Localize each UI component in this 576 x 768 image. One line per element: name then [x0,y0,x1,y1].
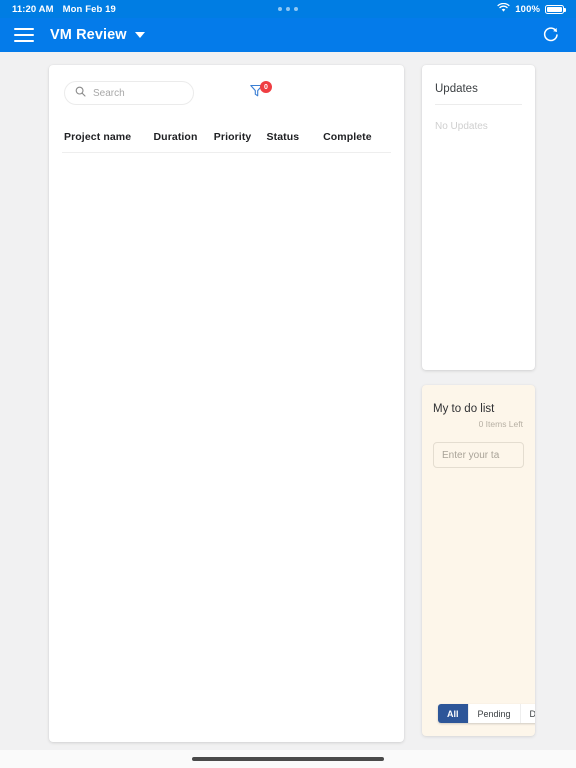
column-header-project-name[interactable]: Project name [64,131,154,143]
todo-input-placeholder: Enter your ta [442,449,500,461]
todo-title: My to do list [433,403,495,415]
todo-filter-done[interactable]: D [520,704,535,723]
app-title: VM Review [50,27,127,43]
hamburger-menu-icon[interactable] [14,28,34,42]
todo-filter-all[interactable]: All [438,704,469,723]
column-header-status[interactable]: Status [267,131,324,143]
side-column: Updates No Updates My to do list 0 Items… [422,65,535,768]
main-content: Search 0 Project name Duration Priority … [0,52,576,768]
app-window: 11:20 AM Mon Feb 19 100% VM Review Searc… [0,0,576,768]
todo-input[interactable]: Enter your ta [433,442,524,468]
updates-empty-text: No Updates [435,121,488,132]
wifi-icon [497,2,510,16]
projects-toolbar: Search 0 [62,81,391,105]
column-header-priority[interactable]: Priority [214,131,267,143]
battery-percent-label: 100% [515,3,540,15]
status-bar: 11:20 AM Mon Feb 19 100% [0,0,576,18]
three-dots-icon [278,7,298,11]
status-bar-left: 11:20 AM Mon Feb 19 [12,4,116,15]
search-input[interactable]: Search [64,81,194,105]
todo-items-left: 0 Items Left [478,419,523,429]
todo-filter-group: All Pending D [438,704,535,723]
todo-card: My to do list 0 Items Left Enter your ta… [422,385,535,736]
home-indicator-area [0,750,576,768]
home-indicator[interactable] [192,757,384,761]
search-icon [75,84,86,102]
updates-card: Updates No Updates [422,65,535,370]
app-bar: VM Review [0,18,576,52]
refresh-icon[interactable] [540,24,562,46]
updates-title: Updates [435,83,522,105]
filter-badge-count: 0 [260,81,272,93]
status-time: 11:20 AM [12,3,54,15]
column-header-complete[interactable]: Complete [323,131,389,143]
status-bar-right: 100% [497,2,566,16]
todo-filter-pending[interactable]: Pending [468,704,521,723]
chevron-down-icon[interactable] [134,32,145,38]
projects-column: Search 0 Project name Duration Priority … [49,65,404,768]
column-header-duration[interactable]: Duration [154,131,214,143]
projects-card: Search 0 Project name Duration Priority … [49,65,404,742]
search-placeholder: Search [93,87,125,99]
battery-full-icon [545,4,566,14]
projects-table-header: Project name Duration Priority Status Co… [62,131,391,153]
status-date: Mon Feb 19 [62,3,116,15]
filter-button[interactable]: 0 [246,81,272,104]
projects-table-body [62,153,391,173]
